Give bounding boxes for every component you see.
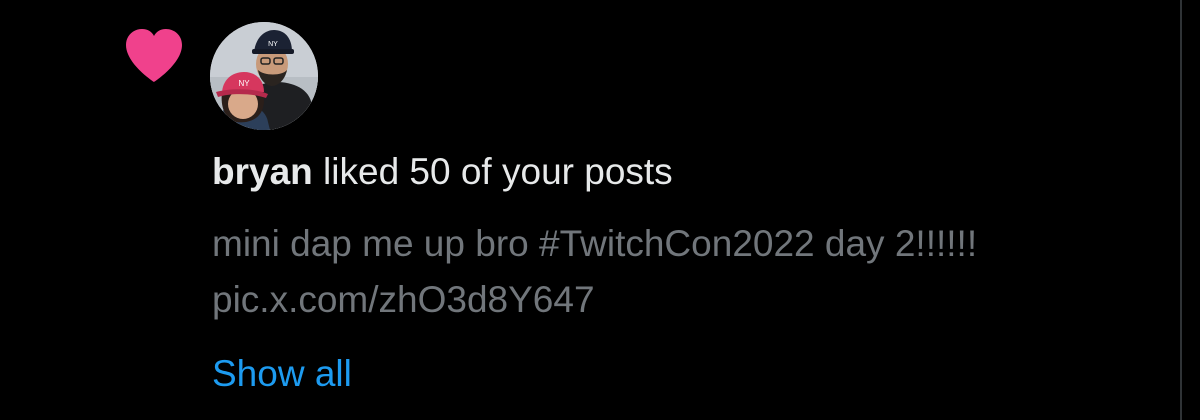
avatar[interactable]: NY NY (210, 22, 318, 130)
username[interactable]: bryan (212, 151, 313, 192)
column-divider (1180, 0, 1182, 420)
avatar-photo: NY NY (210, 22, 318, 130)
action-text: liked 50 of your posts (312, 151, 673, 192)
like-notification[interactable]: NY NY bryan liked 50 of your posts mini … (0, 0, 1200, 420)
svg-text:NY: NY (268, 41, 278, 48)
svg-text:NY: NY (238, 79, 250, 88)
heart-icon (126, 29, 182, 82)
show-all-link[interactable]: Show all (212, 350, 352, 398)
notification-headline: bryan liked 50 of your posts (212, 148, 673, 196)
post-preview-text[interactable]: mini dap me up bro #TwitchCon2022 day 2!… (212, 216, 1112, 328)
